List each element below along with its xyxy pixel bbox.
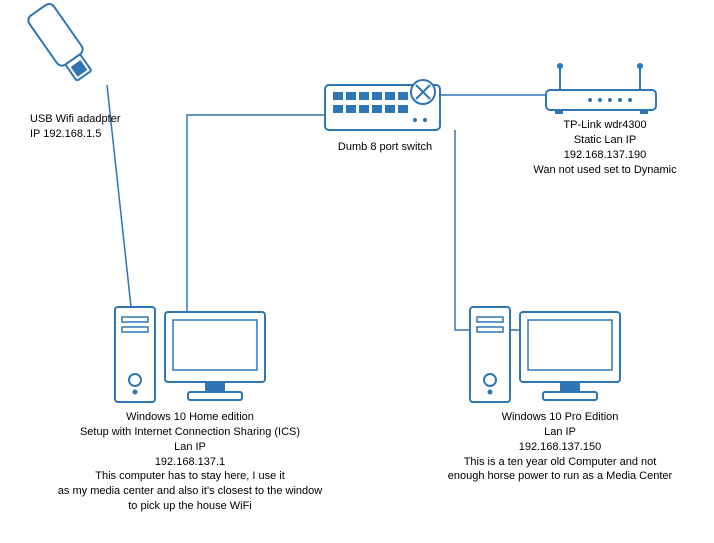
switch-label: Dumb 8 port switch bbox=[305, 140, 465, 155]
pc-left-icon bbox=[115, 307, 265, 402]
router-label: TP-Link wdr4300 Static Lan IP 192.168.13… bbox=[505, 118, 705, 177]
pc-right-label: Windows 10 Pro Edition Lan IP 192.168.13… bbox=[425, 410, 695, 484]
usb-wifi-label: USB Wifi adadpter IP 192.168.1.5 bbox=[30, 112, 180, 142]
pc-left-label: Windows 10 Home edition Setup with Inter… bbox=[40, 410, 340, 514]
router-icon bbox=[546, 63, 656, 114]
switch-icon bbox=[325, 80, 440, 130]
usb-wifi-adapter-icon bbox=[26, 2, 96, 85]
pc-right-icon bbox=[470, 307, 620, 402]
